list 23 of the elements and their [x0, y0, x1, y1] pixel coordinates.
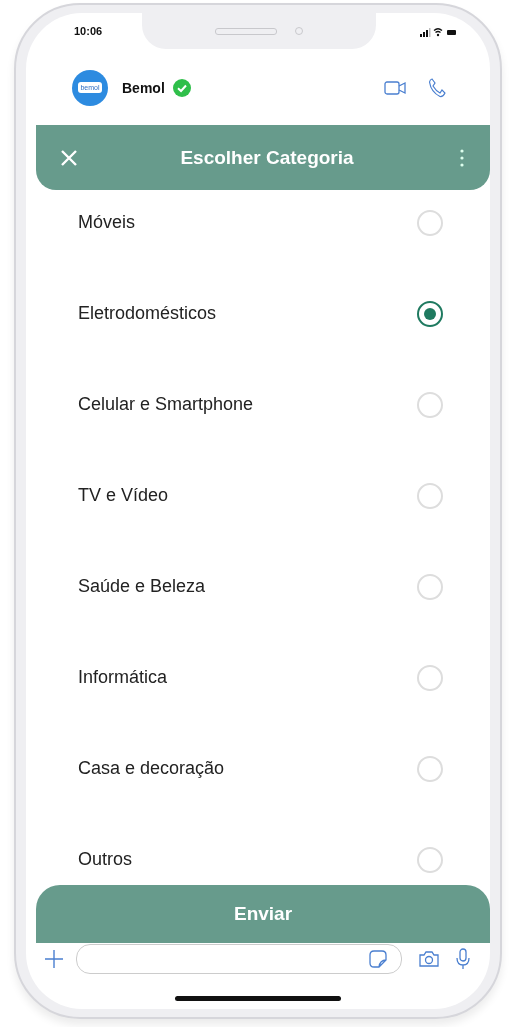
category-label: Informática	[78, 667, 168, 688]
video-call-icon[interactable]	[384, 79, 406, 96]
message-input-field[interactable]	[76, 944, 402, 974]
category-label: Saúde e Beleza	[78, 576, 206, 597]
camera-icon[interactable]	[418, 950, 440, 968]
category-label: Eletrodomésticos	[78, 303, 217, 324]
menu-icon[interactable]	[460, 148, 464, 167]
category-label: Celular e Smartphone	[78, 394, 254, 415]
microphone-icon[interactable]	[456, 948, 470, 970]
contact-name: Bemol	[122, 79, 165, 96]
status-time: 10:06	[74, 24, 103, 37]
close-icon[interactable]	[60, 148, 78, 167]
category-label: Outros	[78, 849, 133, 870]
status-icons	[420, 26, 456, 37]
category-label: Móveis	[78, 212, 135, 233]
sticker-icon[interactable]	[369, 950, 387, 968]
send-button[interactable]: Enviar	[36, 885, 490, 943]
phone-call-icon[interactable]	[428, 77, 446, 98]
plus-icon[interactable]	[44, 949, 64, 969]
category-label: TV e Vídeo	[78, 485, 169, 506]
category-label: Casa e decoração	[78, 758, 225, 779]
sheet-title: Escolher Categoria	[179, 146, 355, 169]
radio-button[interactable]	[417, 300, 443, 327]
